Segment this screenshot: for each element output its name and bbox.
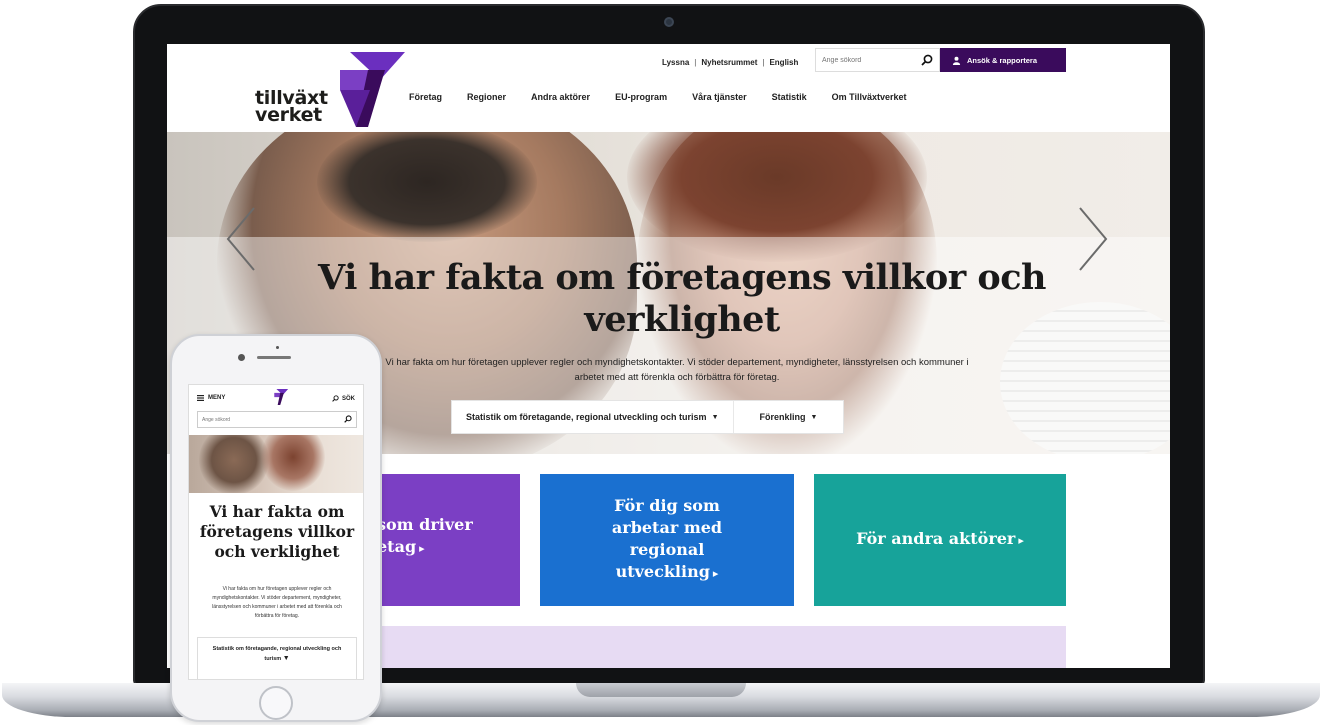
- caret-down-icon: ▼: [711, 413, 719, 421]
- nav-item-vara-tjanster[interactable]: Våra tjänster: [692, 92, 747, 102]
- phone-logo-icon[interactable]: [267, 389, 289, 405]
- nav-item-andra-aktorer[interactable]: Andra aktörer: [531, 92, 590, 102]
- carousel-prev-icon[interactable]: [222, 204, 262, 274]
- search-icon[interactable]: [921, 54, 933, 66]
- hero-title: Vi har fakta om företagens villkor och v…: [318, 257, 1046, 340]
- carousel-next-icon[interactable]: [1072, 204, 1112, 274]
- hero-links: Statistik om företagande, regional utvec…: [451, 400, 845, 434]
- caret-down-icon: ▼: [810, 413, 818, 421]
- phone-hero-photo: [189, 435, 363, 493]
- utility-links: Lyssna | Nyhetsrummet | English: [662, 57, 799, 67]
- laptop-camera: [664, 17, 674, 27]
- main-nav: Företag Regioner Andra aktörer EU-progra…: [409, 92, 907, 102]
- phone-search-button[interactable]: SÖK: [332, 395, 355, 402]
- apply-report-label: Ansök & rapportera: [967, 55, 1038, 65]
- arrow-icon: ▸: [419, 542, 425, 555]
- phone-frame: MENY SÖK Ange sökord Vi har fakta om för…: [170, 334, 382, 722]
- utility-link-newsroom[interactable]: Nyhetsrummet: [701, 58, 757, 67]
- nav-item-foretag[interactable]: Företag: [409, 92, 442, 102]
- laptop-notch: [576, 683, 746, 697]
- apply-report-button[interactable]: Ansök & rapportera: [940, 48, 1066, 72]
- phone-hero-lead: Vi har fakta om hur företagen upplever r…: [212, 586, 342, 619]
- phone-hero-link-statistics[interactable]: Statistik om företagande, regional utvec…: [197, 637, 357, 679]
- tile-other-actors[interactable]: För andra aktörer ▸: [814, 474, 1066, 606]
- phone-menu-label: MENY: [208, 395, 226, 401]
- nav-item-om-tillvaxtverket[interactable]: Om Tillväxtverket: [832, 92, 907, 102]
- hero-link-statistics[interactable]: Statistik om företagande, regional utvec…: [452, 401, 733, 433]
- search-icon[interactable]: [344, 415, 352, 423]
- search-box: [815, 48, 940, 72]
- phone-speaker: [257, 356, 291, 359]
- nav-item-eu-program[interactable]: EU-program: [615, 92, 667, 102]
- site-logo[interactable]: tillväxt verket: [255, 52, 415, 132]
- arrow-icon: ▸: [712, 567, 719, 580]
- utility-link-listen[interactable]: Lyssna: [662, 58, 689, 67]
- phone-camera: [238, 354, 245, 361]
- hero-lead: Vi har fakta om hur företagen upplever r…: [385, 357, 969, 383]
- phone-screen: MENY SÖK Ange sökord Vi har fakta om för…: [188, 384, 364, 680]
- hamburger-icon: [197, 395, 204, 401]
- arrow-icon: ▸: [1018, 534, 1024, 547]
- phone-search-bar: [197, 411, 357, 428]
- phone-hero-title: Vi har fakta om företagens villkor och v…: [199, 502, 355, 561]
- user-icon: [952, 56, 961, 65]
- phone-search-label: SÖK: [341, 395, 355, 402]
- tile-other-label: För andra aktörer: [856, 529, 1016, 548]
- phone-topbar: MENY SÖK: [189, 385, 363, 413]
- search-icon: [332, 395, 339, 402]
- logo-text-line2: verket: [255, 104, 322, 126]
- site-header: tillväxt verket Lyssna | Nyhetsrummet | …: [167, 44, 1170, 132]
- hero-link-simplification[interactable]: Förenkling ▼: [732, 401, 844, 433]
- nav-item-regioner[interactable]: Regioner: [467, 92, 506, 102]
- nav-item-statistik[interactable]: Statistik: [772, 92, 807, 102]
- tile-regional-development[interactable]: För dig som arbetar med regional utveckl…: [540, 474, 794, 606]
- caret-down-icon: ▼: [282, 655, 290, 662]
- utility-link-english[interactable]: English: [769, 58, 798, 67]
- search-input[interactable]: [822, 56, 914, 64]
- tile-regional-label: För dig som arbetar med regional utveckl…: [611, 496, 723, 581]
- phone-home-button[interactable]: [259, 686, 293, 720]
- phone-menu-button[interactable]: MENY: [197, 395, 225, 401]
- phone-search-input[interactable]: [202, 416, 332, 423]
